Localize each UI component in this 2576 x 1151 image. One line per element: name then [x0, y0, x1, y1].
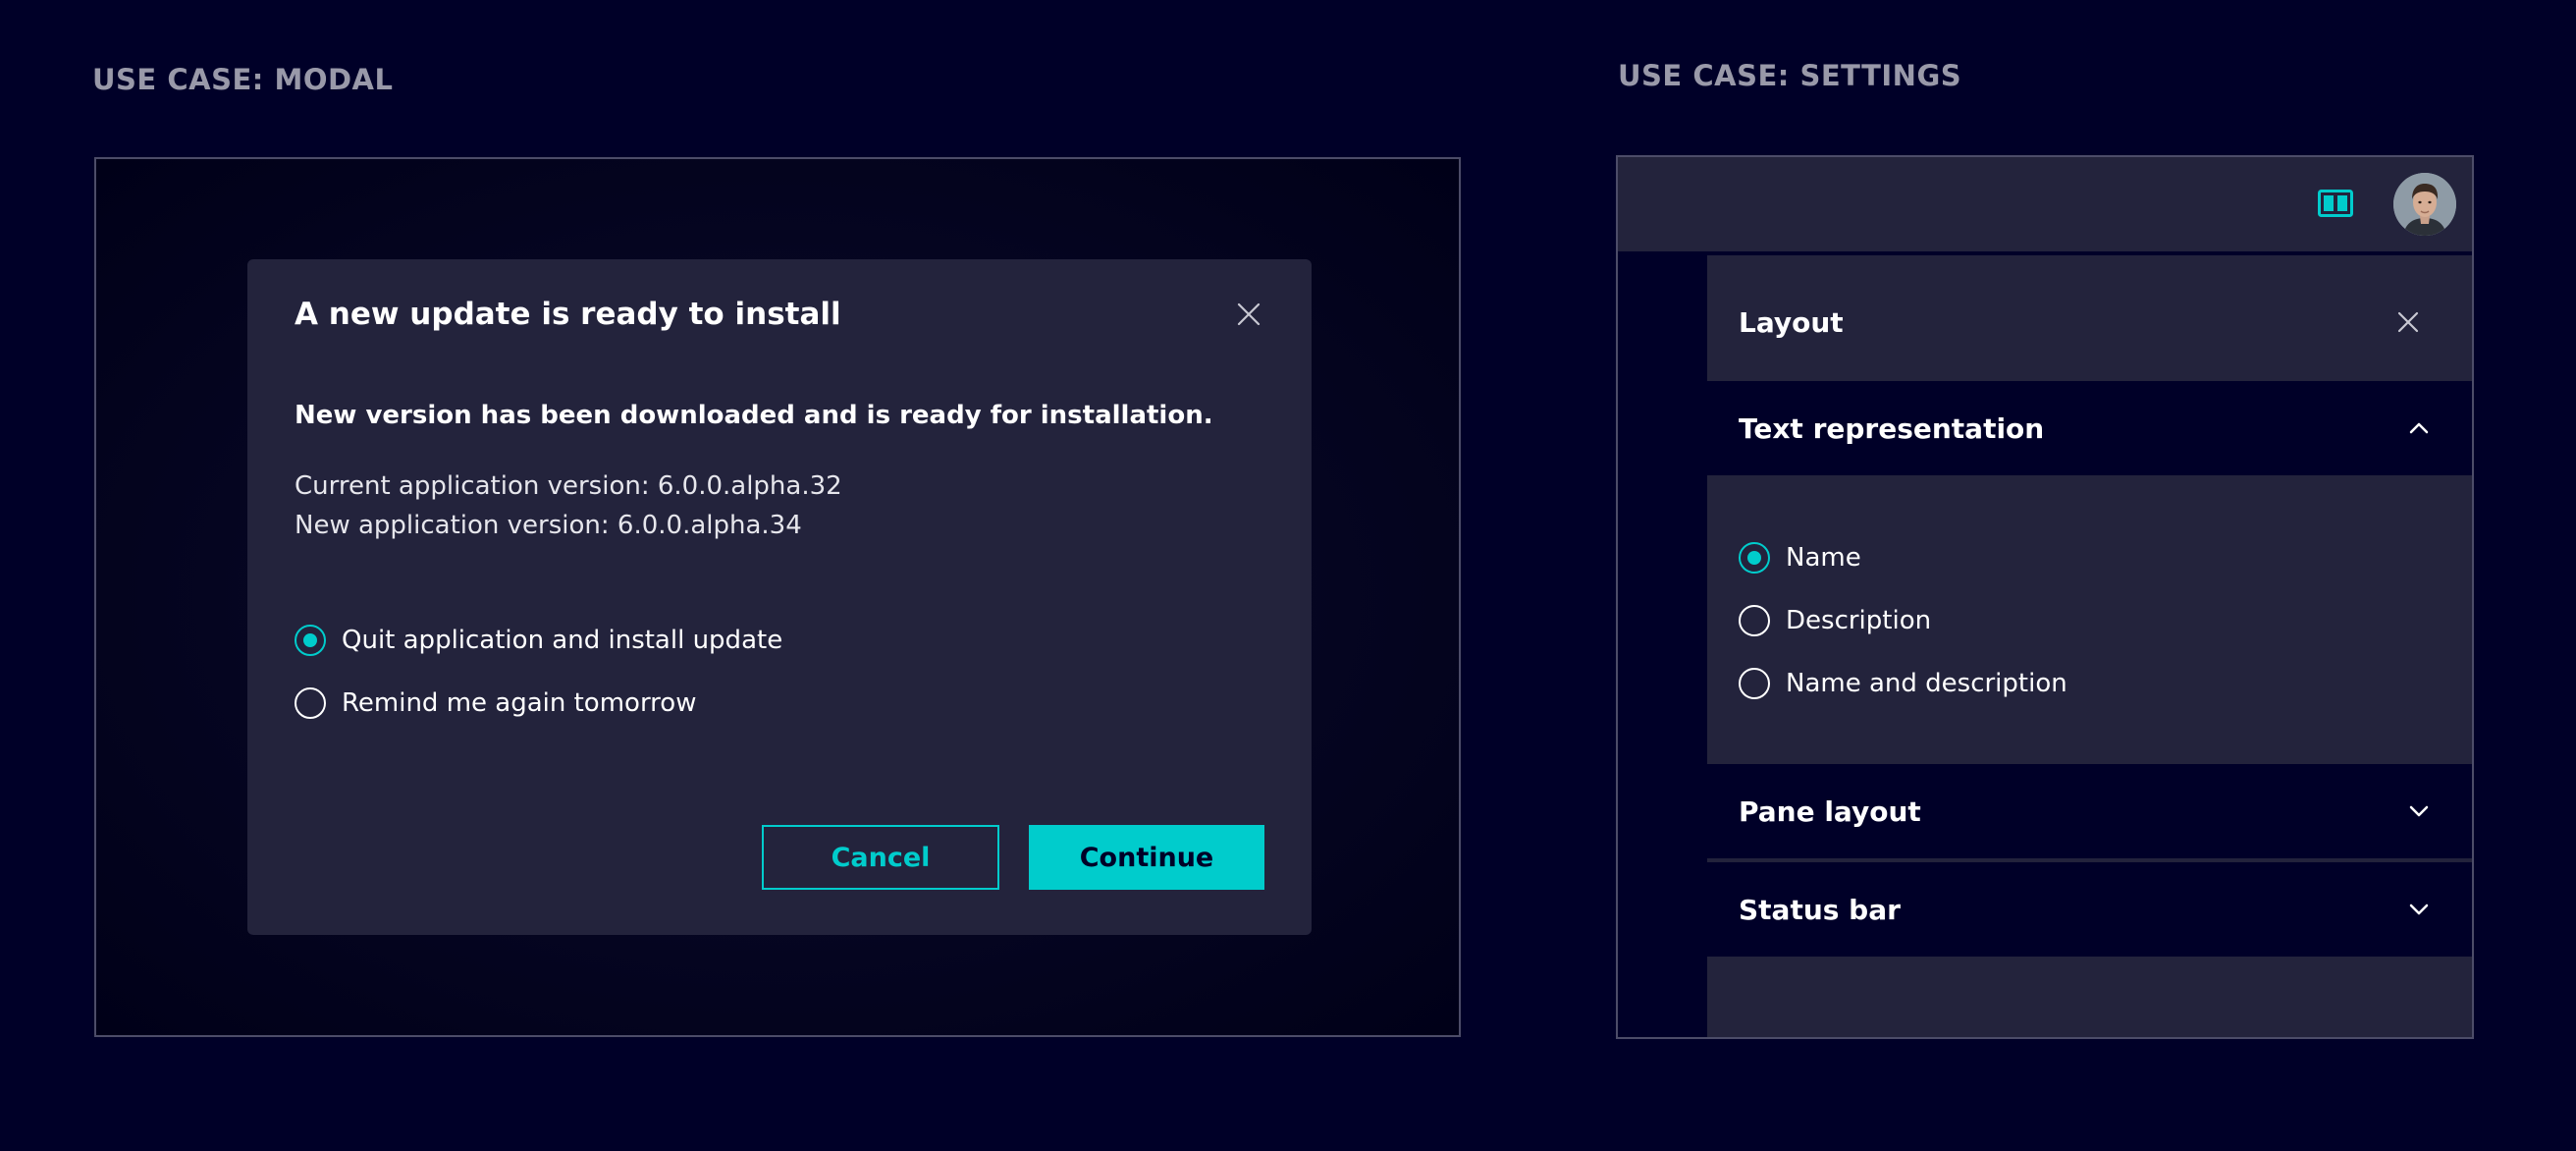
- layout-columns-icon: [2318, 190, 2353, 217]
- settings-use-case-frame: Layout Text representation Name Descript…: [1616, 155, 2474, 1039]
- close-icon: [1237, 302, 1261, 326]
- accordion-title: Text representation: [1739, 411, 2045, 445]
- radio-label: Quit application and install update: [342, 626, 783, 655]
- close-icon: [2397, 311, 2419, 333]
- radio-label: Name: [1786, 543, 1861, 573]
- accordion-status-bar[interactable]: Status bar: [1707, 862, 2472, 957]
- radio-remind-tomorrow[interactable]: Remind me again tomorrow: [295, 687, 696, 719]
- accordion-title: Status bar: [1739, 893, 1901, 926]
- radio-button[interactable]: [295, 687, 326, 719]
- current-version-text: Current application version: 6.0.0.alpha…: [295, 471, 842, 501]
- accordion-pane-layout[interactable]: Pane layout: [1707, 764, 2472, 858]
- cancel-button[interactable]: Cancel: [762, 825, 999, 890]
- radio-description[interactable]: Description: [1739, 605, 1931, 636]
- use-case-settings-heading: USE CASE: SETTINGS: [1618, 59, 1962, 92]
- chevron-down-icon: [2405, 797, 2433, 825]
- radio-button-checked[interactable]: [1739, 542, 1770, 574]
- use-case-modal-heading: USE CASE: MODAL: [92, 63, 394, 96]
- radio-label: Description: [1786, 606, 1932, 635]
- radio-button[interactable]: [1739, 605, 1770, 636]
- radio-button[interactable]: [1739, 668, 1770, 699]
- accordion-text-representation[interactable]: Text representation: [1707, 381, 2472, 475]
- accordion-text-representation-body: Name Description Name and description: [1707, 475, 2472, 764]
- radio-name-and-description[interactable]: Name and description: [1739, 668, 2067, 699]
- chevron-up-icon: [2405, 414, 2433, 442]
- avatar-image: [2393, 173, 2456, 236]
- user-avatar[interactable]: [2393, 173, 2456, 236]
- chevron-down-icon: [2405, 896, 2433, 923]
- dialog-lead-text: New version has been downloaded and is r…: [295, 401, 1213, 430]
- radio-button-checked[interactable]: [295, 625, 326, 656]
- radio-quit-and-install[interactable]: Quit application and install update: [295, 625, 782, 656]
- layout-settings-panel: Layout Text representation Name Descript…: [1707, 255, 2472, 1037]
- continue-button[interactable]: Continue: [1029, 825, 1264, 890]
- accordion-title: Pane layout: [1739, 795, 1921, 828]
- panel-close-button[interactable]: [2388, 302, 2428, 342]
- dialog-close-button[interactable]: [1229, 295, 1268, 334]
- new-version-text: New application version: 6.0.0.alpha.34: [295, 511, 802, 540]
- radio-label: Remind me again tomorrow: [342, 688, 697, 718]
- update-dialog: A new update is ready to install New ver…: [247, 259, 1312, 935]
- panel-title: Layout: [1739, 306, 1844, 339]
- layout-toggle-button[interactable]: [2317, 187, 2354, 220]
- modal-use-case-frame: A new update is ready to install New ver…: [94, 157, 1461, 1037]
- app-header-bar: [1618, 157, 2472, 251]
- panel-header: Layout: [1707, 255, 2472, 381]
- dialog-title: A new update is ready to install: [295, 297, 841, 332]
- radio-label: Name and description: [1786, 669, 2067, 698]
- radio-name[interactable]: Name: [1739, 542, 1861, 574]
